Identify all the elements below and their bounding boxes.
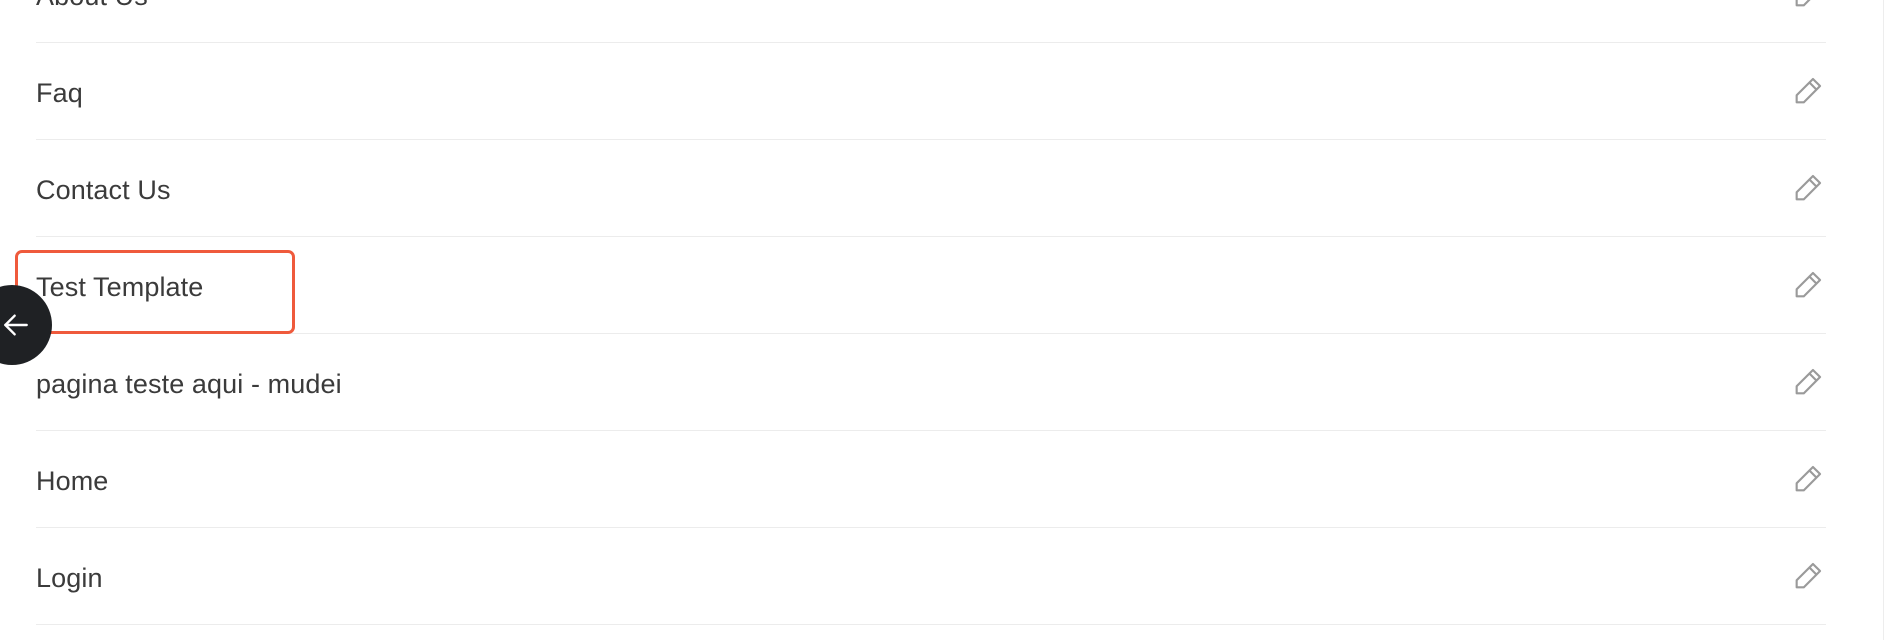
edit-page-button[interactable] — [1786, 457, 1830, 501]
pencil-icon — [1795, 465, 1822, 492]
edit-page-button[interactable] — [1786, 166, 1830, 210]
pencil-icon — [1795, 271, 1822, 298]
page-name: Faq — [36, 77, 83, 108]
pencil-icon — [1795, 77, 1822, 104]
pencil-icon — [1795, 174, 1822, 201]
pages-list-panel: About Us Faq Contact Us Test Template pa… — [0, 0, 1896, 640]
page-name: pagina teste aqui - mudei — [36, 368, 342, 399]
pencil-icon — [1795, 368, 1822, 395]
page-name: Home — [36, 465, 109, 496]
page-name: About Us — [36, 0, 148, 10]
edit-page-button[interactable] — [1786, 263, 1830, 307]
page-name: Contact Us — [36, 174, 171, 205]
scrollbar[interactable] — [1883, 0, 1896, 640]
edit-page-button[interactable] — [1786, 554, 1830, 598]
page-row-contact-us[interactable]: Contact Us — [36, 140, 1826, 237]
page-row-about-us[interactable]: About Us — [36, 0, 1826, 43]
arrow-left-icon — [4, 314, 28, 336]
page-row-faq[interactable]: Faq — [36, 43, 1826, 140]
page-row-login[interactable]: Login — [36, 528, 1826, 625]
edit-page-button[interactable] — [1786, 69, 1830, 113]
page-list: About Us Faq Contact Us Test Template pa… — [36, 0, 1826, 625]
page-name: Test Template — [36, 271, 204, 302]
page-row-test-template[interactable]: Test Template — [36, 237, 1826, 334]
page-row-home[interactable]: Home — [36, 431, 1826, 528]
page-name: Login — [36, 562, 103, 593]
edit-page-button[interactable] — [1786, 360, 1830, 404]
edit-page-button[interactable] — [1786, 0, 1830, 16]
pencil-icon — [1795, 0, 1811, 7]
page-row-pagina-teste[interactable]: pagina teste aqui - mudei — [36, 334, 1826, 431]
pencil-icon — [1795, 562, 1822, 589]
